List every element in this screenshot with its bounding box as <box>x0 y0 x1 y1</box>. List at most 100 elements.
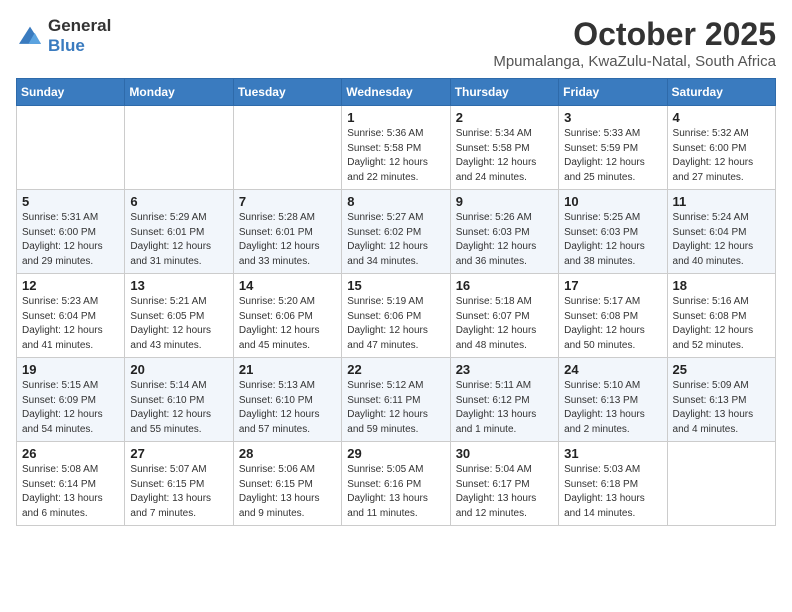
calendar-cell: 6Sunrise: 5:29 AM Sunset: 6:01 PM Daylig… <box>125 190 233 274</box>
calendar-cell: 29 Sunrise: 5:05 AM Sunset: 6:16 PM Dayli… <box>342 442 450 526</box>
calendar-cell: 21Sunrise: 5:13 AM Sunset: 6:10 PM Dayli… <box>233 358 341 442</box>
day-number: 8 <box>347 194 444 209</box>
day-number: 28 <box>239 446 336 461</box>
day-info: Sunrise: 5:25 AM Sunset: 6:03 PM Dayligh… <box>564 211 661 269</box>
calendar-week-2: 5 Sunrise: 5:31 AM Sunset: 6:00 PM Daylig… <box>17 190 776 274</box>
day-number: 29 <box>347 446 444 461</box>
calendar-cell: 22Sunrise: 5:12 AM Sunset: 6:11 PM Dayli… <box>342 358 450 442</box>
day-info: Sunrise: 5:08 AM Sunset: 6:14 PM Dayligh… <box>22 463 119 521</box>
day-number: 27 <box>130 446 227 461</box>
day-info: Sunrise: 5:27 AM Sunset: 6:02 PM Dayligh… <box>347 211 444 269</box>
day-info: Sunrise: 5:18 AM Sunset: 6:07 PM Dayligh… <box>456 295 553 353</box>
weekday-header-friday: Friday <box>559 79 667 106</box>
day-info: Sunrise: 5:14 AM Sunset: 6:10 PM Dayligh… <box>130 379 227 437</box>
day-number: 5 <box>22 194 119 209</box>
day-info: Sunrise: 5:20 AM Sunset: 6:06 PM Dayligh… <box>239 295 336 353</box>
day-info: Sunrise: 5:04 AM Sunset: 6:17 PM Dayligh… <box>456 463 553 521</box>
calendar-cell: 4 Sunrise: 5:32 AM Sunset: 6:00 PM Daylig… <box>667 106 775 190</box>
day-number: 19 <box>22 362 119 377</box>
calendar-week-3: 12 Sunrise: 5:23 AM Sunset: 6:04 PM Dayli… <box>17 274 776 358</box>
day-info: Sunrise: 5:23 AM Sunset: 6:04 PM Dayligh… <box>22 295 119 353</box>
day-info: Sunrise: 5:21 AM Sunset: 6:05 PM Dayligh… <box>130 295 227 353</box>
logo: General Blue <box>16 16 111 56</box>
day-number: 4 <box>673 110 770 125</box>
day-number: 12 <box>22 278 119 293</box>
title-block: October 2025 Mpumalanga, KwaZulu-Natal, … <box>493 16 776 70</box>
calendar-cell: 30 Sunrise: 5:04 AM Sunset: 6:17 PM Dayli… <box>450 442 558 526</box>
day-info: Sunrise: 5:03 AM Sunset: 6:18 PM Dayligh… <box>564 463 661 521</box>
calendar-cell <box>17 106 125 190</box>
weekday-header-row: SundayMondayTuesdayWednesdayThursdayFrid… <box>17 79 776 106</box>
weekday-header-monday: Monday <box>125 79 233 106</box>
calendar-cell: 11Sunrise: 5:24 AM Sunset: 6:04 PM Dayli… <box>667 190 775 274</box>
day-info: Sunrise: 5:19 AM Sunset: 6:06 PM Dayligh… <box>347 295 444 353</box>
day-number: 18 <box>673 278 770 293</box>
calendar-cell: 2 Sunrise: 5:34 AM Sunset: 5:58 PM Daylig… <box>450 106 558 190</box>
day-number: 20 <box>130 362 227 377</box>
day-info: Sunrise: 5:10 AM Sunset: 6:13 PM Dayligh… <box>564 379 661 437</box>
page-header: General Blue October 2025 Mpumalanga, Kw… <box>16 16 776 70</box>
calendar-cell: 12 Sunrise: 5:23 AM Sunset: 6:04 PM Dayli… <box>17 274 125 358</box>
calendar-cell <box>667 442 775 526</box>
day-number: 9 <box>456 194 553 209</box>
day-info: Sunrise: 5:36 AM Sunset: 5:58 PM Dayligh… <box>347 127 444 185</box>
day-info: Sunrise: 5:09 AM Sunset: 6:13 PM Dayligh… <box>673 379 770 437</box>
logo-icon <box>16 25 44 47</box>
calendar-week-4: 19 Sunrise: 5:15 AM Sunset: 6:09 PM Dayli… <box>17 358 776 442</box>
weekday-header-thursday: Thursday <box>450 79 558 106</box>
day-info: Sunrise: 5:28 AM Sunset: 6:01 PM Dayligh… <box>239 211 336 269</box>
calendar-week-1: 1 Sunrise: 5:36 AM Sunset: 5:58 PM Daylig… <box>17 106 776 190</box>
weekday-header-sunday: Sunday <box>17 79 125 106</box>
day-number: 23 <box>456 362 553 377</box>
day-number: 30 <box>456 446 553 461</box>
day-number: 1 <box>347 110 444 125</box>
day-number: 2 <box>456 110 553 125</box>
day-info: Sunrise: 5:16 AM Sunset: 6:08 PM Dayligh… <box>673 295 770 353</box>
day-number: 10 <box>564 194 661 209</box>
day-info: Sunrise: 5:31 AM Sunset: 6:00 PM Dayligh… <box>22 211 119 269</box>
day-info: Sunrise: 5:34 AM Sunset: 5:58 PM Dayligh… <box>456 127 553 185</box>
day-info: Sunrise: 5:12 AM Sunset: 6:11 PM Dayligh… <box>347 379 444 437</box>
calendar-cell: 9Sunrise: 5:26 AM Sunset: 6:03 PM Daylig… <box>450 190 558 274</box>
day-number: 7 <box>239 194 336 209</box>
logo-blue: Blue <box>48 36 85 55</box>
day-number: 14 <box>239 278 336 293</box>
day-number: 11 <box>673 194 770 209</box>
month-title: October 2025 <box>493 16 776 53</box>
calendar-cell: 20 Sunrise: 5:14 AM Sunset: 6:10 PM Dayli… <box>125 358 233 442</box>
calendar-cell: 26Sunrise: 5:08 AM Sunset: 6:14 PM Dayli… <box>17 442 125 526</box>
calendar-cell <box>125 106 233 190</box>
weekday-header-tuesday: Tuesday <box>233 79 341 106</box>
day-info: Sunrise: 5:05 AM Sunset: 6:16 PM Dayligh… <box>347 463 444 521</box>
day-info: Sunrise: 5:33 AM Sunset: 5:59 PM Dayligh… <box>564 127 661 185</box>
calendar-cell: 16Sunrise: 5:18 AM Sunset: 6:07 PM Dayli… <box>450 274 558 358</box>
day-info: Sunrise: 5:32 AM Sunset: 6:00 PM Dayligh… <box>673 127 770 185</box>
calendar-cell: 24Sunrise: 5:10 AM Sunset: 6:13 PM Dayli… <box>559 358 667 442</box>
calendar-cell: 27Sunrise: 5:07 AM Sunset: 6:15 PM Dayli… <box>125 442 233 526</box>
day-info: Sunrise: 5:13 AM Sunset: 6:10 PM Dayligh… <box>239 379 336 437</box>
weekday-header-wednesday: Wednesday <box>342 79 450 106</box>
day-number: 25 <box>673 362 770 377</box>
calendar-cell: 19 Sunrise: 5:15 AM Sunset: 6:09 PM Dayli… <box>17 358 125 442</box>
calendar-cell: 31Sunrise: 5:03 AM Sunset: 6:18 PM Dayli… <box>559 442 667 526</box>
calendar-cell: 7 Sunrise: 5:28 AM Sunset: 6:01 PM Daylig… <box>233 190 341 274</box>
day-number: 3 <box>564 110 661 125</box>
calendar-cell: 25 Sunrise: 5:09 AM Sunset: 6:13 PM Dayli… <box>667 358 775 442</box>
calendar: SundayMondayTuesdayWednesdayThursdayFrid… <box>16 78 776 526</box>
calendar-cell: 23 Sunrise: 5:11 AM Sunset: 6:12 PM Dayli… <box>450 358 558 442</box>
location-title: Mpumalanga, KwaZulu-Natal, South Africa <box>493 53 776 70</box>
day-info: Sunrise: 5:11 AM Sunset: 6:12 PM Dayligh… <box>456 379 553 437</box>
calendar-cell: 3 Sunrise: 5:33 AM Sunset: 5:59 PM Daylig… <box>559 106 667 190</box>
calendar-cell: 28 Sunrise: 5:06 AM Sunset: 6:15 PM Dayli… <box>233 442 341 526</box>
calendar-cell: 10 Sunrise: 5:25 AM Sunset: 6:03 PM Dayli… <box>559 190 667 274</box>
weekday-header-saturday: Saturday <box>667 79 775 106</box>
logo-general: General <box>48 16 111 35</box>
day-info: Sunrise: 5:15 AM Sunset: 6:09 PM Dayligh… <box>22 379 119 437</box>
calendar-cell: 17Sunrise: 5:17 AM Sunset: 6:08 PM Dayli… <box>559 274 667 358</box>
day-info: Sunrise: 5:29 AM Sunset: 6:01 PM Dayligh… <box>130 211 227 269</box>
calendar-cell: 18 Sunrise: 5:16 AM Sunset: 6:08 PM Dayli… <box>667 274 775 358</box>
calendar-cell: 8 Sunrise: 5:27 AM Sunset: 6:02 PM Daylig… <box>342 190 450 274</box>
day-info: Sunrise: 5:06 AM Sunset: 6:15 PM Dayligh… <box>239 463 336 521</box>
day-info: Sunrise: 5:17 AM Sunset: 6:08 PM Dayligh… <box>564 295 661 353</box>
day-number: 13 <box>130 278 227 293</box>
